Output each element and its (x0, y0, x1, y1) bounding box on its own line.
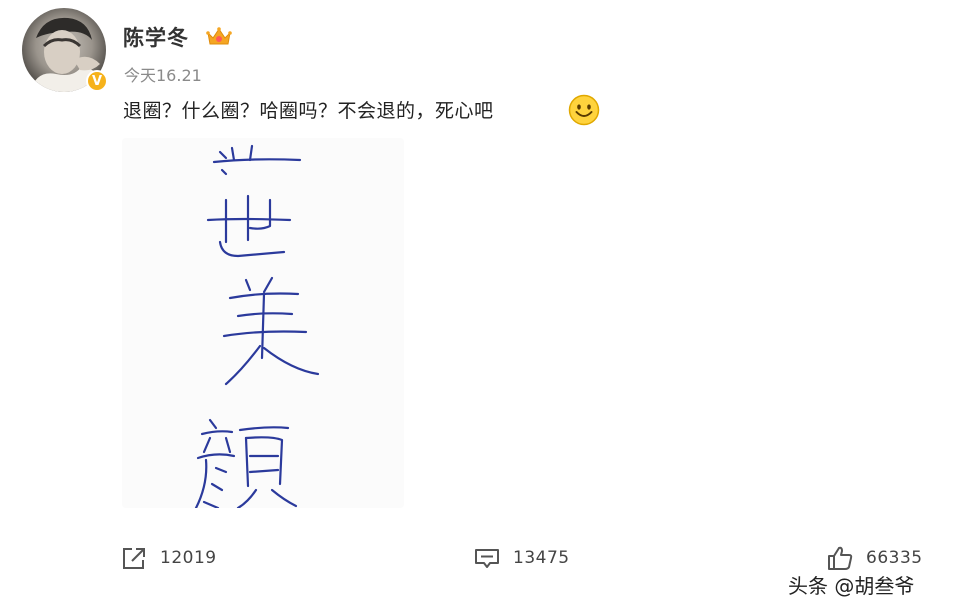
comment-button[interactable]: 13475 (473, 544, 570, 572)
like-button[interactable]: 66335 (826, 544, 923, 572)
repost-count: 12019 (160, 548, 217, 568)
author-avatar-wrap[interactable]: V (22, 8, 108, 92)
thumbs-up-icon (828, 546, 853, 570)
smile-emoji-icon (568, 94, 600, 126)
repost-icon (123, 548, 145, 569)
post-timestamp[interactable]: 今天16.21 (124, 62, 202, 86)
crown-icon[interactable] (206, 26, 232, 48)
verified-badge-icon: V (86, 70, 108, 92)
handwriting-image (194, 144, 320, 508)
weibo-post: V 陈学冬 今天16.21 退圈？什么圈？哈圈吗？不会退的，死心吧 12019 … (0, 0, 958, 616)
author-name[interactable]: 陈学冬 (123, 22, 189, 52)
source-watermark: 头条 @胡叁爷 (788, 574, 915, 598)
comment-icon (475, 549, 499, 568)
post-image[interactable] (122, 138, 404, 508)
comment-count: 13475 (513, 548, 570, 568)
repost-button[interactable]: 12019 (120, 544, 217, 572)
like-count: 66335 (866, 548, 923, 568)
post-text: 退圈？什么圈？哈圈吗？不会退的，死心吧 (123, 100, 494, 122)
